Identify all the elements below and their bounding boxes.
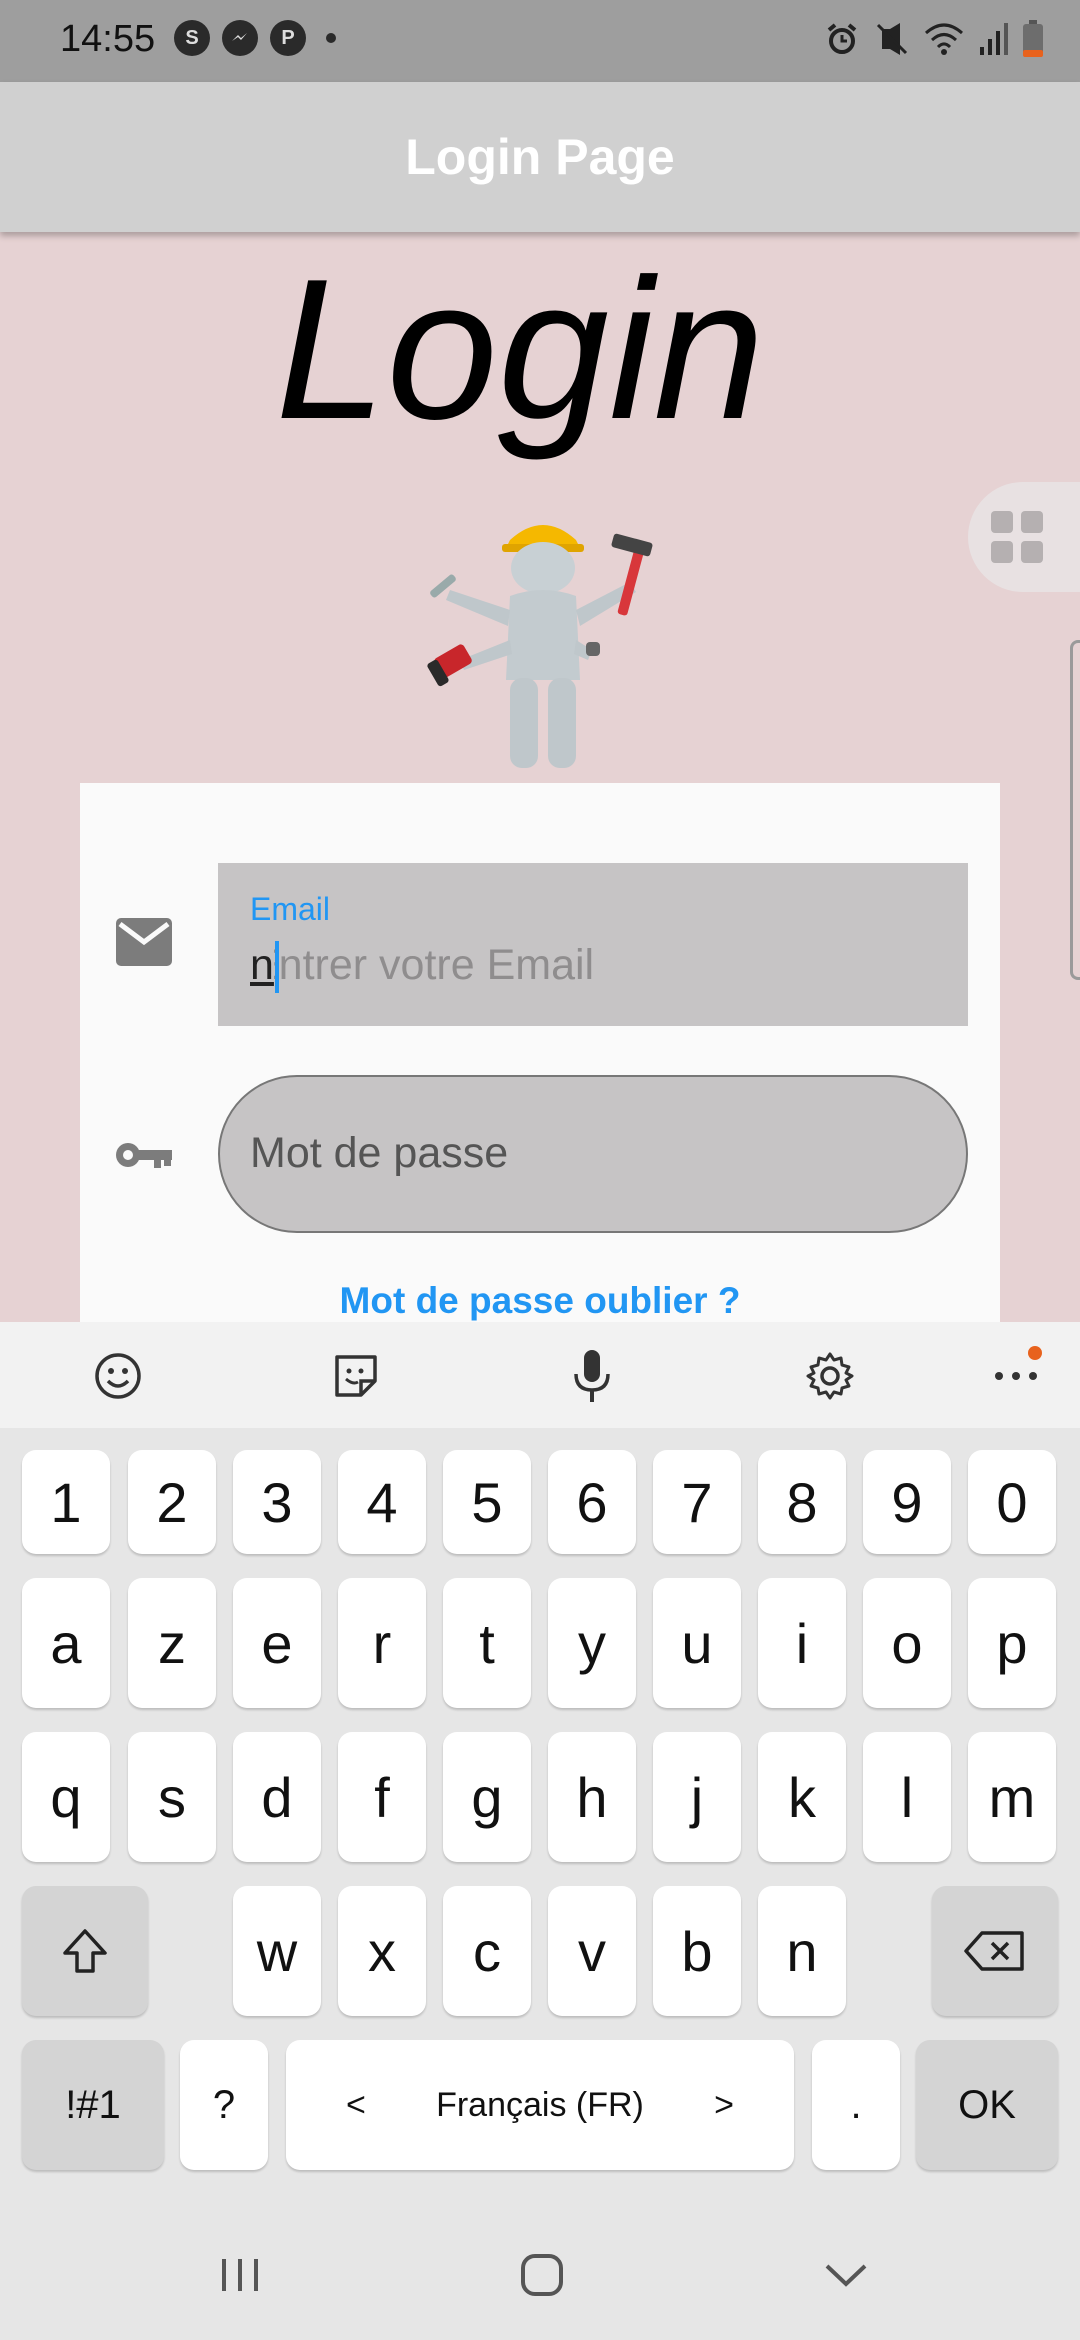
app-icon: P xyxy=(270,20,306,56)
key-f[interactable]: f xyxy=(338,1732,426,1862)
key-g[interactable]: g xyxy=(443,1732,531,1862)
grid-icon xyxy=(991,511,1043,563)
sticker-icon[interactable] xyxy=(328,1348,384,1404)
symbols-key[interactable]: !#1 xyxy=(22,2040,164,2170)
microphone-icon[interactable] xyxy=(564,1348,620,1404)
key-p[interactable]: p xyxy=(968,1578,1056,1708)
key-6[interactable]: 6 xyxy=(548,1450,636,1554)
keyboard: 1 2 3 4 5 6 7 8 9 0 a z e r t y u i o p … xyxy=(0,1322,1080,2340)
key-q[interactable]: q xyxy=(22,1732,110,1862)
recent-apps-button[interactable] xyxy=(210,2250,270,2300)
key-x[interactable]: x xyxy=(338,1886,426,2016)
key-z[interactable]: z xyxy=(128,1578,216,1708)
backspace-icon xyxy=(964,1931,1024,1971)
language-prev-icon: < xyxy=(346,2085,366,2124)
emoji-icon[interactable] xyxy=(90,1348,146,1404)
email-field-label: Email xyxy=(250,891,331,927)
notification-dot xyxy=(1028,1346,1042,1360)
key-r[interactable]: r xyxy=(338,1578,426,1708)
key-s[interactable]: s xyxy=(128,1732,216,1862)
status-left-icons: S P xyxy=(174,20,336,56)
space-key-label: Français (FR) xyxy=(436,2085,644,2124)
status-time: 14:55 xyxy=(60,18,156,60)
chevron-down-icon xyxy=(825,2264,867,2287)
forgot-password-link[interactable]: Mot de passe oublier ? xyxy=(80,1280,1000,1322)
key-u[interactable]: u xyxy=(653,1578,741,1708)
key-i[interactable]: i xyxy=(758,1578,846,1708)
key-7[interactable]: 7 xyxy=(653,1450,741,1554)
key-h[interactable]: h xyxy=(548,1732,636,1862)
key-c[interactable]: c xyxy=(443,1886,531,2016)
key-4[interactable]: 4 xyxy=(338,1450,426,1554)
space-key[interactable]: < Français (FR) > xyxy=(286,2040,794,2170)
email-field-value[interactable]: n xyxy=(250,941,274,990)
keyboard-toolbar xyxy=(0,1322,1080,1428)
ok-key[interactable]: OK xyxy=(916,2040,1058,2170)
question-key[interactable]: ? xyxy=(180,2040,268,2170)
s-app-icon: S xyxy=(174,20,210,56)
text-caret xyxy=(275,941,279,993)
email-field[interactable]: Email Entrer votre Email n xyxy=(218,863,968,1026)
signal-icon xyxy=(980,23,1008,55)
key-n[interactable]: n xyxy=(758,1886,846,2016)
key-8[interactable]: 8 xyxy=(758,1450,846,1554)
period-key[interactable]: . xyxy=(812,2040,900,2170)
messenger-icon xyxy=(222,20,258,56)
login-heading: Login xyxy=(275,238,765,461)
alarm-icon xyxy=(827,23,857,54)
home-button[interactable] xyxy=(512,2250,572,2300)
side-panel-handle[interactable] xyxy=(1070,640,1080,980)
mute-icon xyxy=(876,23,908,55)
app-bar-title: Login Page xyxy=(405,129,675,185)
email-icon xyxy=(116,918,172,966)
key-k[interactable]: k xyxy=(758,1732,846,1862)
battery-icon xyxy=(1023,20,1043,57)
wifi-icon xyxy=(925,23,963,55)
key-y[interactable]: y xyxy=(548,1578,636,1708)
language-next-icon: > xyxy=(714,2085,734,2124)
key-a[interactable]: a xyxy=(22,1578,110,1708)
settings-icon[interactable] xyxy=(802,1348,858,1404)
shift-icon xyxy=(63,1929,107,1973)
worker-illustration xyxy=(427,525,653,768)
status-bar: 14:55 S P xyxy=(0,0,1080,82)
back-button[interactable] xyxy=(816,2250,876,2300)
key-e[interactable]: e xyxy=(233,1578,321,1708)
status-right-icons xyxy=(824,20,1044,58)
recent-apps-icon xyxy=(222,2259,258,2291)
floating-grid-button[interactable] xyxy=(968,482,1080,592)
email-field-placeholder: Entrer votre Email xyxy=(250,941,595,989)
app-bar: Login Page xyxy=(0,82,1080,232)
key-w[interactable]: w xyxy=(233,1886,321,2016)
key-j[interactable]: j xyxy=(653,1732,741,1862)
key-m[interactable]: m xyxy=(968,1732,1056,1862)
key-1[interactable]: 1 xyxy=(22,1450,110,1554)
shift-key[interactable] xyxy=(22,1886,148,2016)
key-2[interactable]: 2 xyxy=(128,1450,216,1554)
dot-icon xyxy=(326,33,336,43)
key-b[interactable]: b xyxy=(653,1886,741,2016)
key-l[interactable]: l xyxy=(863,1732,951,1862)
key-9[interactable]: 9 xyxy=(863,1450,951,1554)
key-o[interactable]: o xyxy=(863,1578,951,1708)
password-field[interactable]: Mot de passe xyxy=(218,1075,968,1233)
home-icon xyxy=(521,2254,563,2296)
key-3[interactable]: 3 xyxy=(233,1450,321,1554)
key-d[interactable]: d xyxy=(233,1732,321,1862)
key-0[interactable]: 0 xyxy=(968,1450,1056,1554)
password-field-placeholder: Mot de passe xyxy=(250,1129,509,1177)
key-icon xyxy=(116,1143,172,1168)
key-5[interactable]: 5 xyxy=(443,1450,531,1554)
backspace-key[interactable] xyxy=(932,1886,1058,2016)
key-t[interactable]: t xyxy=(443,1578,531,1708)
navigation-bar xyxy=(0,2210,1080,2340)
key-v[interactable]: v xyxy=(548,1886,636,2016)
